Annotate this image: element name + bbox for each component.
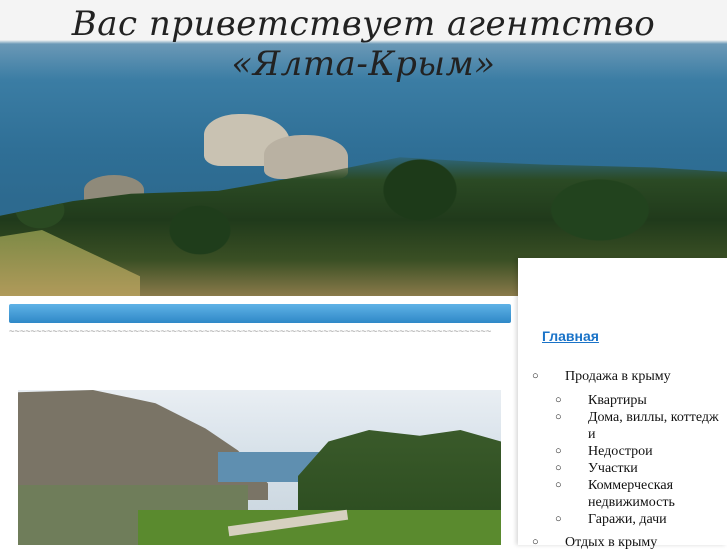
menu-item-rest[interactable]: Отдых в крыму (532, 534, 727, 551)
menu-item-sale[interactable]: Продажа в крыму (532, 368, 727, 385)
submenu-item-houses[interactable]: Дома, виллы, коттедж и (555, 409, 727, 443)
submenu-item-commercial[interactable]: Коммерческая недвижимость (555, 477, 727, 511)
wave-divider: ~~~~~~~~~~~~~~~~~~~~~~~~~~~~~~~~~~~~~~~~… (9, 329, 492, 335)
header-banner: Вас приветствует агентство «Ялта-Крым» (0, 0, 727, 296)
nav-menu: Продажа в крыму Квартиры Дома, виллы, ко… (532, 368, 727, 551)
home-link[interactable]: Главная (542, 328, 599, 344)
site-title: Вас приветствует агентство «Ялта-Крым» (71, 4, 656, 84)
submenu-item-apartments[interactable]: Квартиры (555, 392, 727, 409)
submenu-item-garages[interactable]: Гаражи, дачи (555, 511, 727, 528)
submenu-item-plots[interactable]: Участки (555, 460, 727, 477)
main-content: ~~~~~~~~~~~~~~~~~~~~~~~~~~~~~~~~~~~~~~~~… (0, 296, 518, 545)
landscape-photo (18, 390, 501, 545)
photo-mountain (18, 390, 268, 500)
submenu-sale: Квартиры Дома, виллы, коттедж и Недостро… (532, 392, 727, 528)
submenu-item-unfinished[interactable]: Недострои (555, 443, 727, 460)
content-header-bar (9, 304, 511, 323)
side-menu-panel: Главная Продажа в крыму Квартиры Дома, в… (518, 258, 727, 551)
